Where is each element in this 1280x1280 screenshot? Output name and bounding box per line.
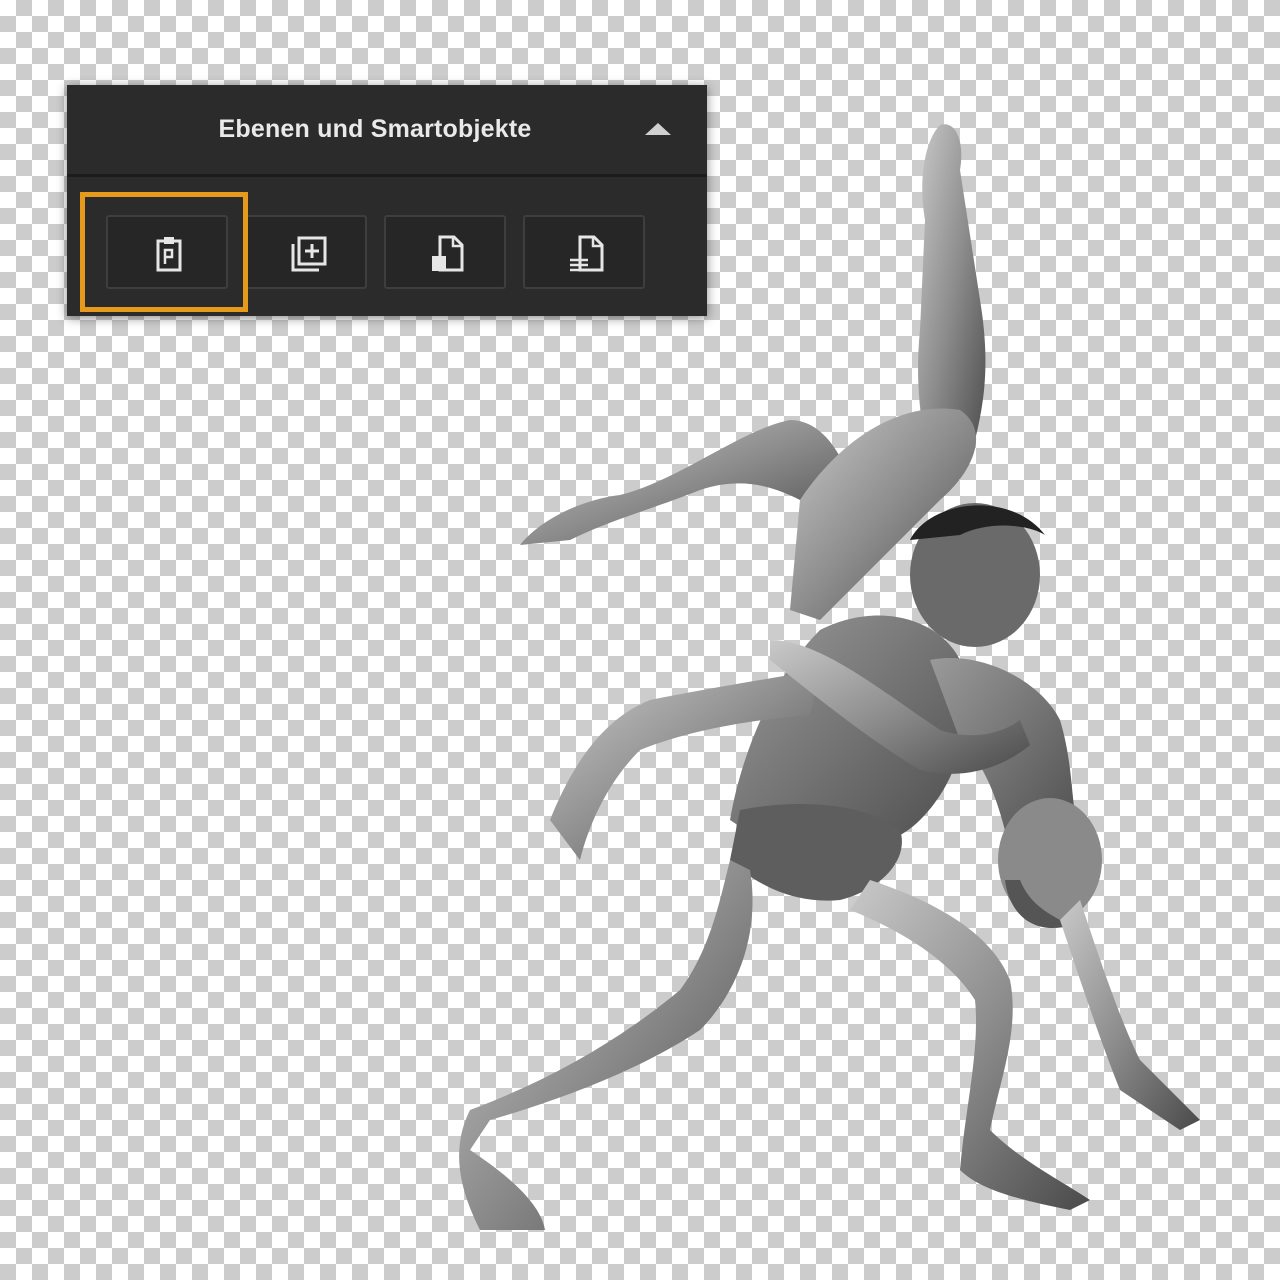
document-lines-icon [570,235,604,272]
triangle-up-icon [645,123,671,135]
collapse-toggle-button[interactable] [645,119,671,139]
new-document-button[interactable] [384,215,506,289]
layers-smartobjects-panel: Ebenen und Smartobjekte [67,85,707,316]
add-layer-button[interactable] [245,215,367,289]
paste-clipboard-icon [156,237,182,272]
new-document-icon [432,235,464,272]
paste-layer-button[interactable] [106,215,228,289]
transparent-canvas: Ebenen und Smartobjekte [0,0,1280,1280]
document-lines-button[interactable] [523,215,645,289]
add-layer-icon [291,236,327,272]
panel-title: Ebenen und Smartobjekte [218,115,532,143]
panel-header: Ebenen und Smartobjekte [67,85,707,177]
